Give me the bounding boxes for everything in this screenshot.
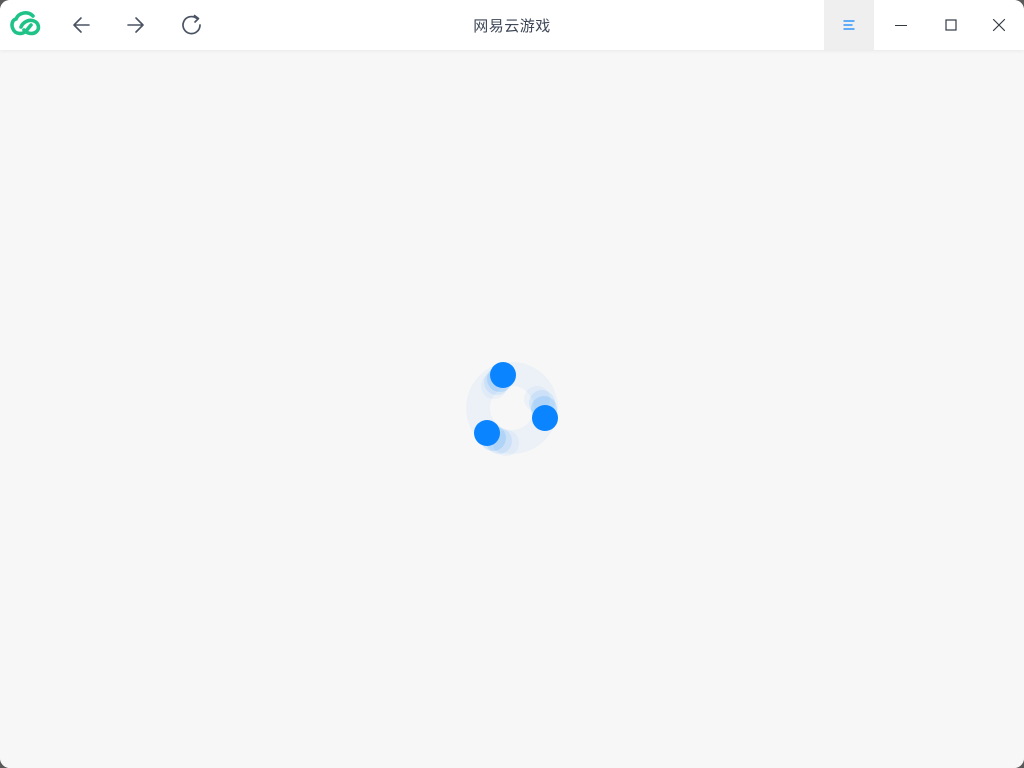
close-button[interactable] [974, 0, 1024, 50]
reload-button[interactable] [172, 0, 212, 50]
menu-icon [842, 18, 856, 32]
title-bar[interactable]: 网易云游戏 [0, 0, 1024, 50]
back-button[interactable] [62, 0, 102, 50]
app-logo-icon [6, 0, 46, 50]
close-icon [992, 18, 1006, 32]
reload-icon [180, 13, 204, 37]
loading-spinner-icon [462, 360, 562, 460]
menu-button[interactable] [824, 0, 874, 50]
app-window: 网易云游戏 [0, 0, 1024, 768]
minimize-icon [894, 18, 908, 32]
forward-button[interactable] [115, 0, 155, 50]
minimize-button[interactable] [876, 0, 926, 50]
main-content [0, 50, 1024, 768]
arrow-right-icon [125, 15, 145, 35]
maximize-icon [944, 18, 958, 32]
maximize-button[interactable] [926, 0, 976, 50]
arrow-left-icon [72, 15, 92, 35]
